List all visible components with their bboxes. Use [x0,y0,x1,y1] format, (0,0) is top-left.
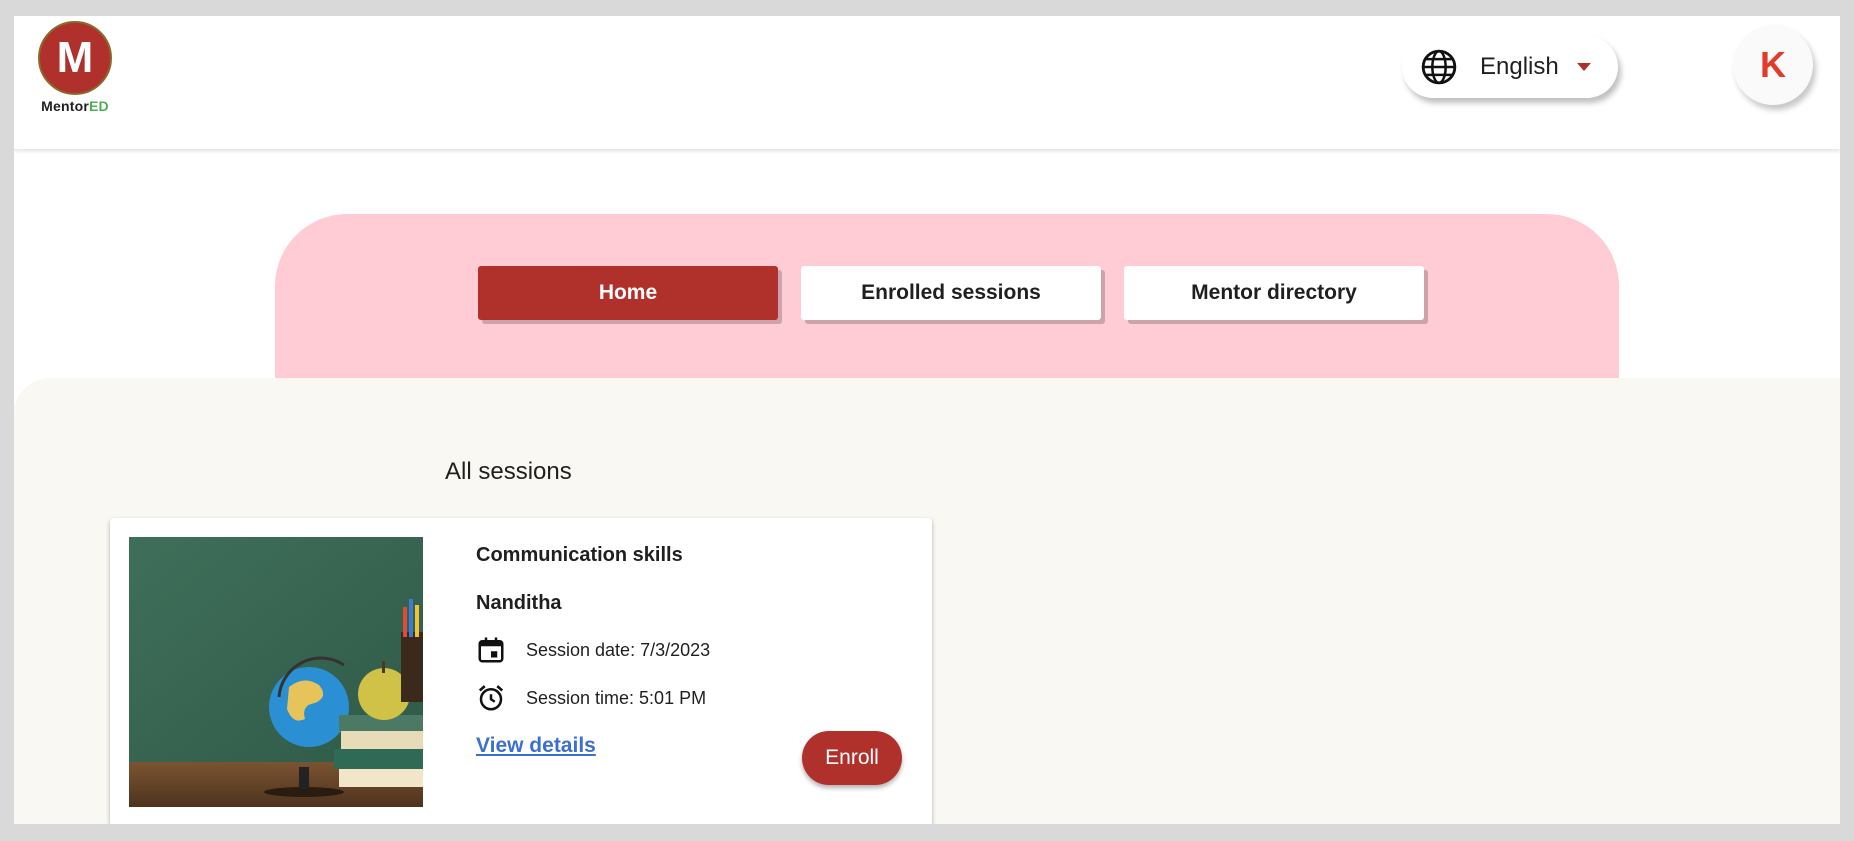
caret-down-icon [1576,63,1591,71]
tab-mentor-directory[interactable]: Mentor directory [1124,266,1424,320]
calendar-icon [478,637,504,663]
session-time: Session time: 5:01 PM [476,683,706,713]
tab-home[interactable]: Home [478,266,778,320]
language-label: English [1480,53,1559,80]
session-mentor: Nanditha [476,592,562,614]
session-title: Communication skills [476,544,683,566]
section-title: All sessions [445,458,572,485]
session-card: Communication skills Nanditha Session da… [110,518,932,824]
logo-emblem: M [38,21,112,95]
logo-letter: M [56,33,94,82]
tab-enrolled-sessions[interactable]: Enrolled sessions [801,266,1101,320]
logo-wordmark-main: Mentor [41,98,89,114]
language-selector[interactable]: English [1402,36,1618,98]
mentored-logo[interactable]: M MentorED [35,21,115,114]
view-details-link[interactable]: View details [476,734,596,758]
enroll-button[interactable]: Enroll [802,731,902,785]
globe-icon [1421,49,1457,85]
alarm-clock-icon [478,685,504,711]
sessions-content: All sessions Communication skills Nandit… [14,378,1840,824]
top-header: M MentorED English K [14,16,1840,149]
session-time-text: Session time: 5:01 PM [526,687,707,708]
session-thumbnail [129,537,423,807]
avatar-initial: K [1760,44,1786,85]
session-date-text: Session date: 7/3/2023 [526,639,711,660]
user-avatar[interactable]: K [1733,25,1813,105]
logo-wordmark-accent: ED [89,98,109,114]
session-date: Session date: 7/3/2023 [476,635,710,665]
tab-enrolled-sessions-label: Enrolled sessions [861,281,1041,304]
app-frame: M MentorED English K Home Enrolled sessi… [14,16,1840,824]
tab-home-label: Home [598,281,658,304]
logo-wordmark: MentorED [35,98,115,114]
tab-mentor-directory-label: Mentor directory [1191,281,1357,304]
main-tabs: Home Enrolled sessions Mentor directory [478,266,1424,320]
